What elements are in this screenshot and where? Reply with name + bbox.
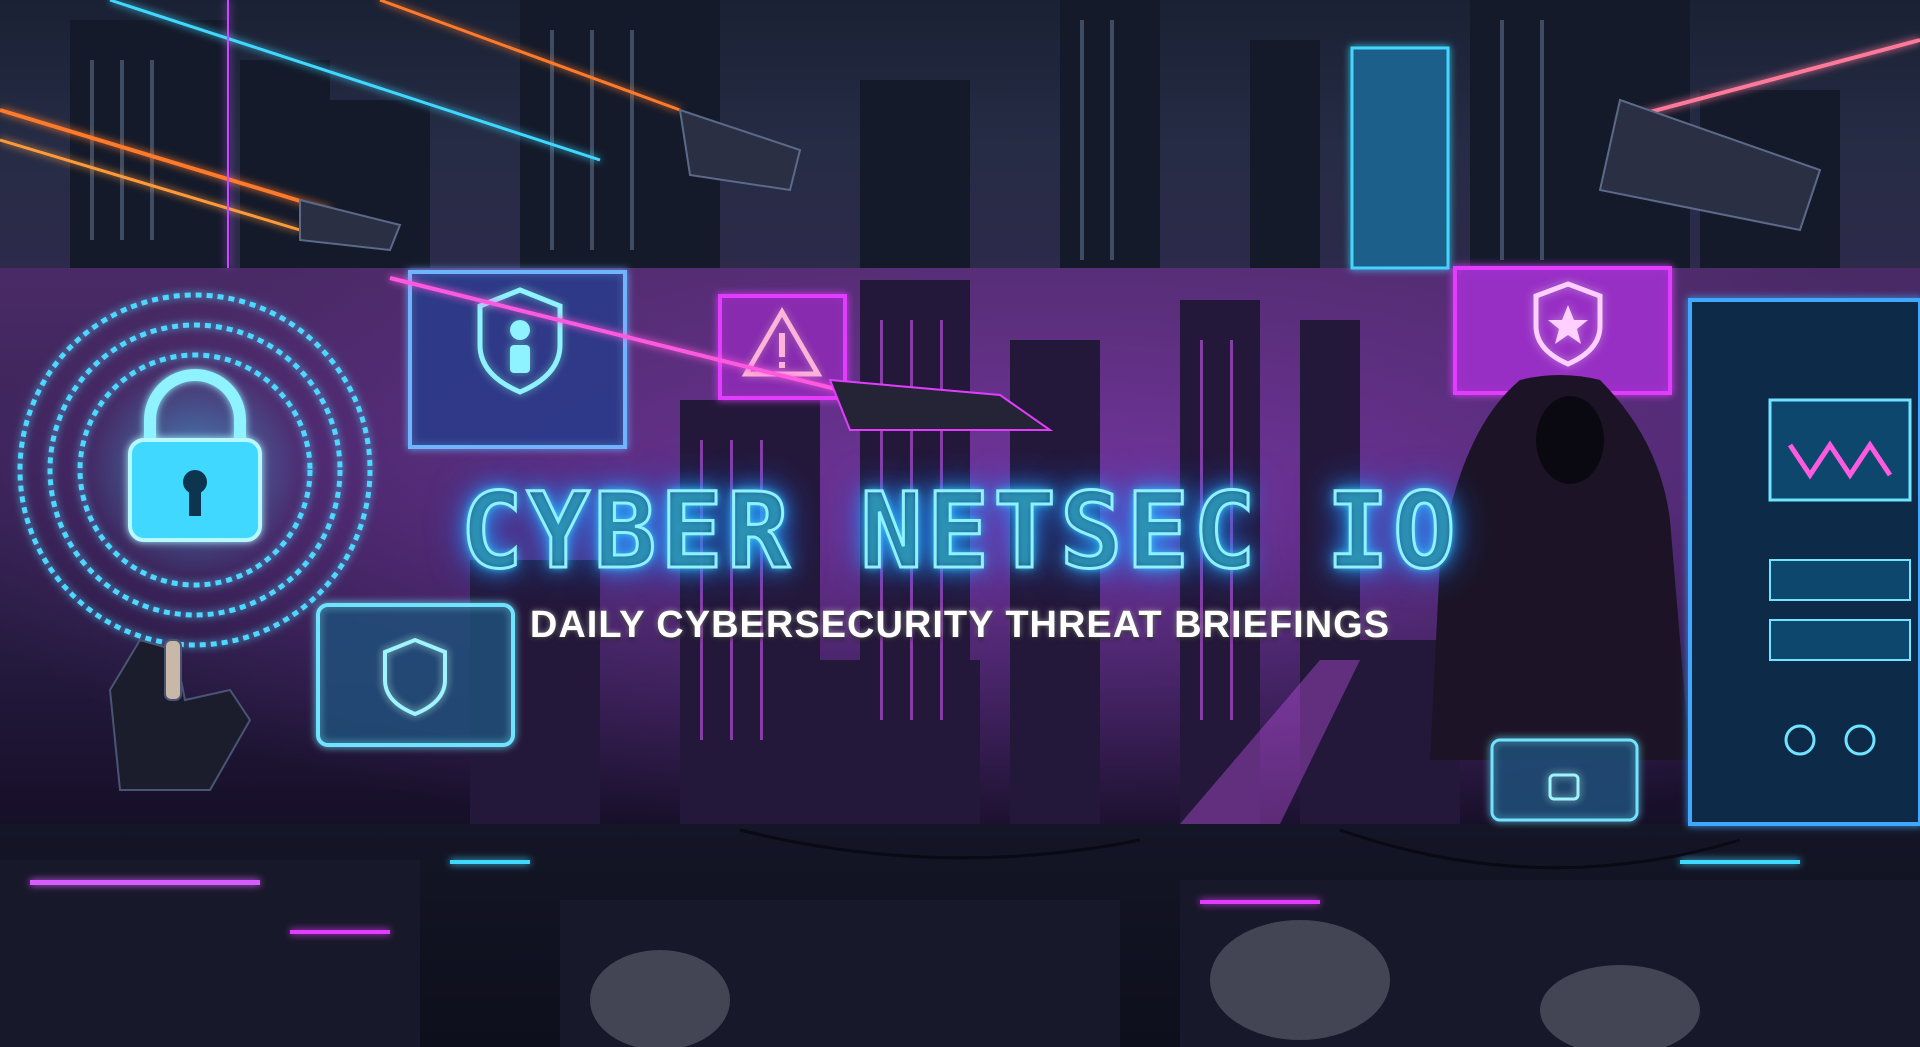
warning-billboard (718, 294, 847, 400)
holo-tower-screen (1350, 46, 1450, 270)
banner-title: CYBER NETSEC IO (459, 469, 1460, 594)
channel-banner: CYBER NETSEC IO DAILY CYBERSECURITY THRE… (0, 0, 1920, 1047)
lock-tablet (1490, 738, 1639, 822)
shield-star-billboard (1453, 266, 1672, 395)
banner-subtitle: DAILY CYBERSECURITY THREAT BRIEFINGS (529, 604, 1391, 646)
shield-user-billboard (408, 270, 627, 449)
power-cables (739, 828, 1741, 870)
